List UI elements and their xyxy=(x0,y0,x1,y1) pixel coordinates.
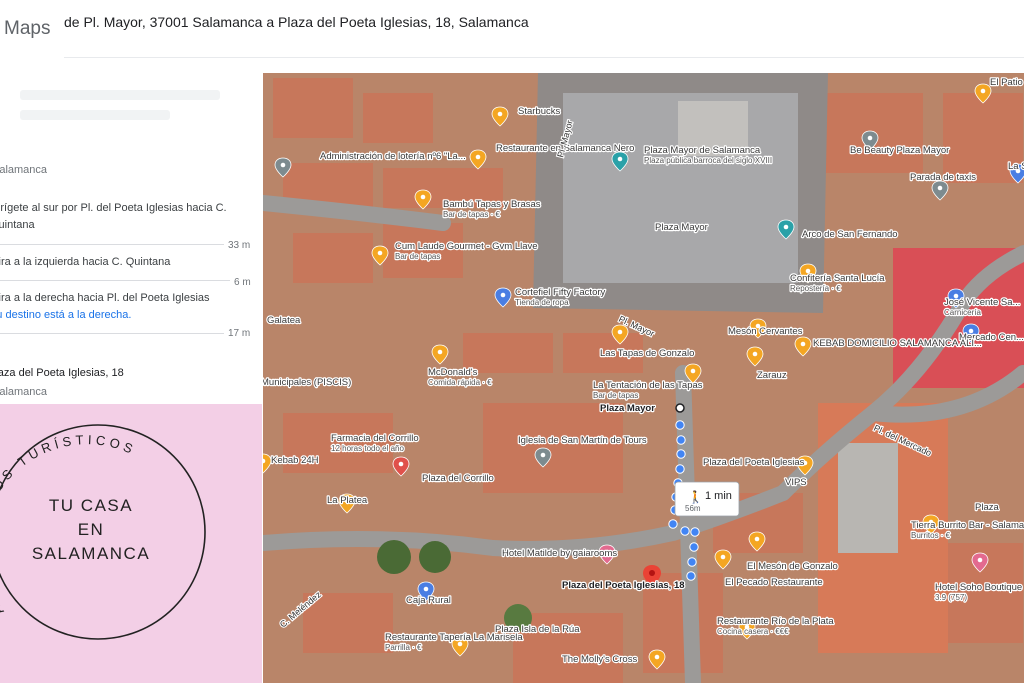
place-sublabel: Comida rápida · € xyxy=(428,378,492,387)
place-sublabel: Burritos · € xyxy=(911,531,951,540)
satellite-map[interactable]: 🚶 1 min 56m Starbucks Restaurante en Sala… xyxy=(263,73,1024,683)
step-distance: 6 m xyxy=(234,277,251,288)
place-label: Plaza Isla de la Rúa xyxy=(495,624,580,635)
place-label: Plaza del Poeta Iglesias xyxy=(703,457,805,468)
route-dot xyxy=(676,435,686,445)
place-label: The Molly's Cross xyxy=(562,654,637,665)
place-label: Municipales (PISCIS) xyxy=(263,377,351,388)
walk-distance: 56m xyxy=(685,504,701,513)
destination-city: Salamanca xyxy=(0,386,48,398)
place-label: La Tentación de las Tapas xyxy=(593,380,703,391)
route-dot xyxy=(675,464,685,474)
step-text: Gira a la derecha hacia Pl. del Poeta Ig… xyxy=(0,292,210,304)
logo-ring-text: APARTAMENTOS TURÍSTICOS xyxy=(0,432,139,618)
place-label: KEBAB DOMICILIO SALAMANCA ALI... xyxy=(813,338,982,349)
place-label: Plaza del Corrillo xyxy=(422,473,494,484)
walk-time-badge: 🚶 1 min 56m xyxy=(674,481,740,517)
place-label: Plaza Mayor xyxy=(600,403,655,414)
place-sublabel: Cocina casera · €€€ xyxy=(717,627,789,636)
place-sublabel: 12 horas todo el año xyxy=(331,444,404,453)
place-label: Iglesia de San Martín de Tours xyxy=(518,435,647,446)
step-text: Gira a la izquierda hacia C. Quintana xyxy=(0,256,171,268)
logo-line-2: EN xyxy=(78,520,105,539)
step-text: Quintana xyxy=(0,219,35,231)
top-bar: Maps de Pl. Mayor, 37001 Salamanca a Pla… xyxy=(0,0,1024,58)
place-label: Plaza Mayor de Salamanca xyxy=(644,145,761,156)
place-label: Las Tapas de Gonzalo xyxy=(600,348,694,359)
route-dot xyxy=(689,542,699,552)
place-sublabel: Plaza pública barroca del siglo XVIII xyxy=(644,156,772,165)
place-label: Confitería Santa Lucía xyxy=(790,273,885,284)
place-label: Tierra Burrito Bar - Salamanca xyxy=(911,520,1024,531)
route-title: de Pl. Mayor, 37001 Salamanca a Plaza de… xyxy=(64,14,529,30)
place-sublabel: Bar de tapas · € xyxy=(443,210,500,219)
place-label: Starbucks xyxy=(518,106,560,117)
place-label: Galatea xyxy=(267,315,301,326)
place-label: Zarauz xyxy=(757,370,787,381)
place-label: Plaza del Poeta Iglesias, 18 xyxy=(562,580,685,591)
place-sublabel: Carnicería xyxy=(944,308,981,317)
route-dot xyxy=(687,557,697,567)
route-dot xyxy=(676,449,686,459)
place-label: Restaurante Río de la Plata xyxy=(717,616,834,627)
place-label: El Mesón de Gonzalo xyxy=(747,561,838,572)
blurred-header xyxy=(20,110,170,120)
route-dot xyxy=(668,519,678,529)
place-sublabel: Repostería · € xyxy=(790,284,841,293)
place-label: Parada de taxis xyxy=(910,172,976,183)
place-label: Bambú Tapas y Brasas xyxy=(443,199,541,210)
place-label: Hotel Soho Boutique Salamanca xyxy=(935,582,1024,593)
place-label: El Pecado Restaurante xyxy=(725,577,823,588)
origin-city: Salamanca xyxy=(0,164,48,176)
walk-time: 1 min xyxy=(705,490,732,502)
place-label: Mesón Cervantes xyxy=(728,326,803,337)
place-label: El Patio Ch... xyxy=(990,77,1024,88)
place-label: Plaza xyxy=(975,502,999,513)
route-dot xyxy=(690,527,700,537)
logo-line-3: SALAMANCA xyxy=(32,544,150,563)
place-sublabel: Bar de tapas xyxy=(395,252,440,261)
step-text: Dirígete al sur por Pl. del Poeta Iglesi… xyxy=(0,202,227,214)
place-label: Hotel Matilde by gaiarooms xyxy=(502,548,617,559)
place-label: McDonald's xyxy=(428,367,478,378)
place-label: José Vicente Sa... xyxy=(944,297,1020,308)
place-label: Caja Rural xyxy=(406,595,451,606)
blurred-header xyxy=(20,90,220,100)
walk-icon: 🚶 xyxy=(688,490,703,504)
place-label: Be Beauty Plaza Mayor xyxy=(850,145,949,156)
logo-line-1: TU CASA xyxy=(49,496,133,515)
place-label: Administración de lotería nº6 "La... xyxy=(320,151,466,162)
destination-name: Plaza del Poeta Iglesias, 18 xyxy=(0,367,124,379)
place-label: Cortefiel Fifty Factory xyxy=(515,287,606,298)
divider xyxy=(0,333,224,334)
divider xyxy=(0,244,224,245)
route-dot xyxy=(686,571,696,581)
step-distance: 17 m xyxy=(228,328,251,339)
place-label: Cum Laude Gourmet - Gvm Llave xyxy=(395,241,538,252)
place-label: Kebab 24H xyxy=(271,455,319,466)
place-sublabel: Parrilla · € xyxy=(385,643,422,652)
step-text: Tu destino está a la derecha. xyxy=(0,309,132,321)
divider xyxy=(0,280,230,281)
place-label: Arco de San Fernando xyxy=(802,229,898,240)
route-dot xyxy=(675,420,685,430)
origin-marker-icon[interactable] xyxy=(675,403,685,413)
place-label: La Sast... xyxy=(1008,161,1024,172)
place-sublabel: Tienda de ropa xyxy=(515,298,569,307)
promo-panel: APARTAMENTOS TURÍSTICOS TU CASA EN SALAM… xyxy=(0,404,262,683)
place-label: Farmacia del Corrillo xyxy=(331,433,419,444)
step-distance: 33 m xyxy=(228,240,251,251)
place-label: Plaza Mayor xyxy=(655,222,708,233)
place-label: La Platea xyxy=(327,495,368,506)
place-sublabel: Bar de tapas xyxy=(593,391,638,400)
place-label: VIPS xyxy=(785,477,807,488)
route-dot xyxy=(680,526,690,536)
place-sublabel: 3.9 (757) xyxy=(935,593,967,602)
app-name: Maps xyxy=(4,18,51,39)
